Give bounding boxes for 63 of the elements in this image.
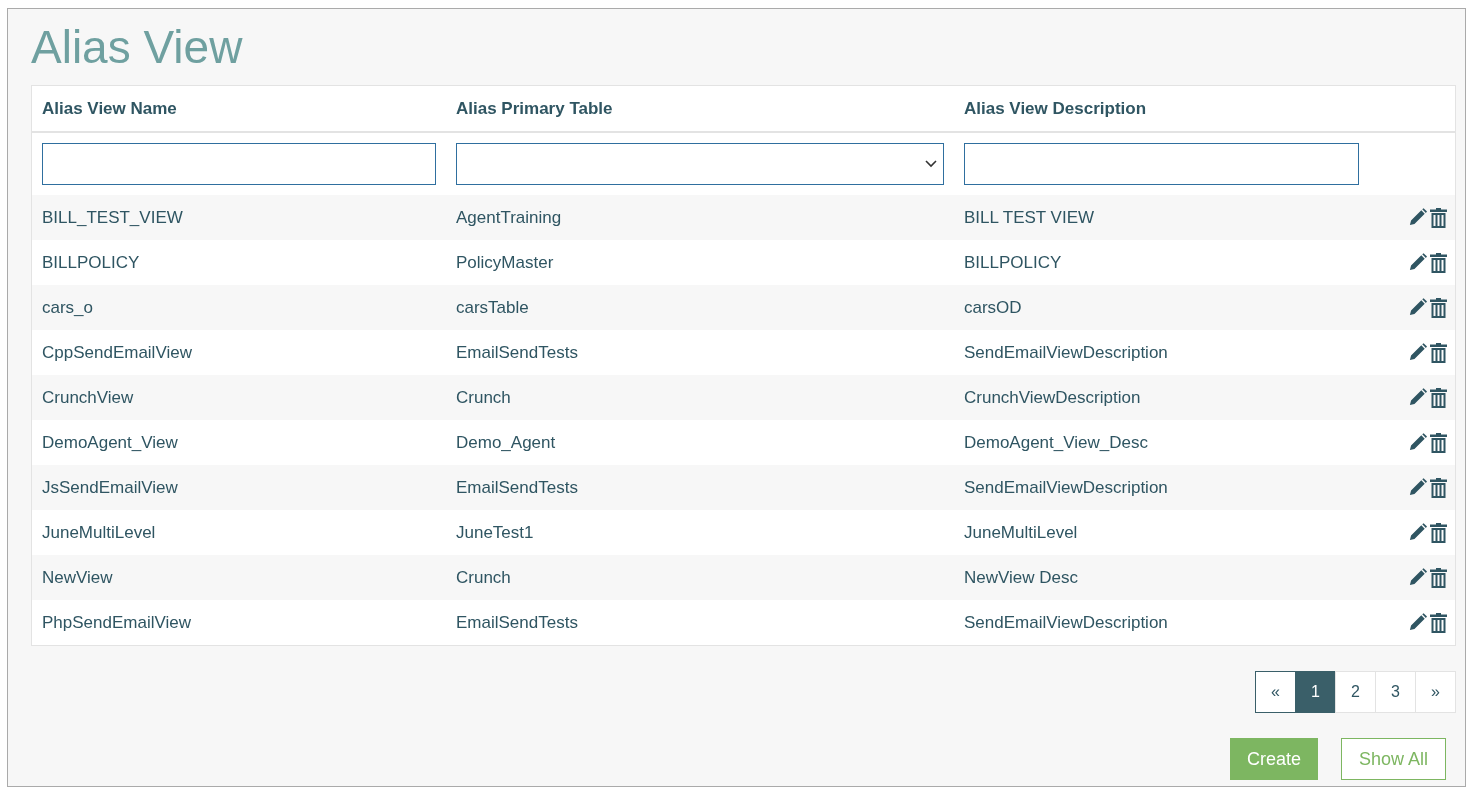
trash-icon[interactable] — [1430, 567, 1447, 588]
pencil-icon[interactable] — [1408, 432, 1427, 452]
pencil-icon[interactable] — [1408, 612, 1427, 632]
page-link[interactable]: 1 — [1295, 671, 1336, 713]
pencil-icon[interactable] — [1408, 387, 1427, 407]
page-link[interactable]: » — [1415, 671, 1456, 713]
pencil-icon[interactable] — [1408, 297, 1427, 317]
table-cell: Demo_Agent — [456, 432, 556, 453]
page-link[interactable]: 3 — [1375, 671, 1416, 713]
table-cell: NewView Desc — [964, 567, 1078, 588]
pencil-icon[interactable] — [1408, 567, 1427, 587]
table-cell: JuneMultiLevel — [42, 522, 156, 543]
page-link[interactable]: 2 — [1335, 671, 1376, 713]
column-header: Alias View Description — [964, 98, 1147, 119]
table-cell: EmailSendTests — [456, 612, 578, 633]
table-cell: JsSendEmailView — [42, 477, 178, 498]
pencil-icon[interactable] — [1408, 477, 1427, 497]
table-cell: NewView — [42, 567, 113, 588]
table-cell: CrunchViewDescription — [964, 387, 1141, 408]
table-cell: JuneTest1 — [456, 522, 534, 543]
column-header: Alias Primary Table — [456, 98, 613, 119]
trash-icon[interactable] — [1430, 297, 1447, 318]
table-cell: BILLPOLICY — [964, 252, 1062, 273]
trash-icon[interactable] — [1430, 387, 1447, 408]
page-title: Alias View — [31, 21, 243, 73]
table-cell: DemoAgent_View — [42, 432, 178, 453]
table-cell: EmailSendTests — [456, 342, 578, 363]
pencil-icon[interactable] — [1408, 252, 1427, 272]
trash-icon[interactable] — [1430, 342, 1447, 363]
table-cell: JuneMultiLevel — [964, 522, 1078, 543]
trash-icon[interactable] — [1430, 207, 1447, 228]
table-cell: SendEmailViewDescription — [964, 342, 1168, 363]
table-cell: BILL TEST VIEW — [964, 207, 1095, 228]
trash-icon[interactable] — [1430, 477, 1447, 498]
filter-input[interactable] — [42, 143, 436, 185]
filter-input[interactable] — [964, 143, 1359, 185]
trash-icon[interactable] — [1430, 432, 1447, 453]
table-cell: carsTable — [456, 297, 529, 318]
table-cell: EmailSendTests — [456, 477, 578, 498]
table-cell: SendEmailViewDescription — [964, 477, 1168, 498]
table-cell: BILLPOLICY — [42, 252, 140, 273]
table-cell: cars_o — [42, 297, 94, 318]
table-cell: Crunch — [456, 567, 511, 588]
table-cell: PolicyMaster — [456, 252, 554, 273]
table-cell: Crunch — [456, 387, 511, 408]
caret-icon — [925, 160, 937, 168]
pencil-icon[interactable] — [1408, 522, 1427, 542]
page-link[interactable]: « — [1255, 671, 1296, 713]
trash-icon[interactable] — [1430, 612, 1447, 633]
filter-select[interactable] — [456, 143, 944, 185]
table-cell: CppSendEmailView — [42, 342, 192, 363]
table-cell: SendEmailViewDescription — [964, 612, 1168, 633]
table-cell: carsOD — [964, 297, 1022, 318]
table-cell: AgentTraining — [456, 207, 562, 228]
pencil-icon[interactable] — [1408, 207, 1427, 227]
column-header: Alias View Name — [42, 98, 177, 119]
pencil-icon[interactable] — [1408, 342, 1427, 362]
table-cell: CrunchView — [42, 387, 134, 408]
trash-icon[interactable] — [1430, 522, 1447, 543]
table-cell: DemoAgent_View_Desc — [964, 432, 1148, 453]
table-cell: PhpSendEmailView — [42, 612, 191, 633]
trash-icon[interactable] — [1430, 252, 1447, 273]
table-cell: BILL_TEST_VIEW — [42, 207, 183, 228]
